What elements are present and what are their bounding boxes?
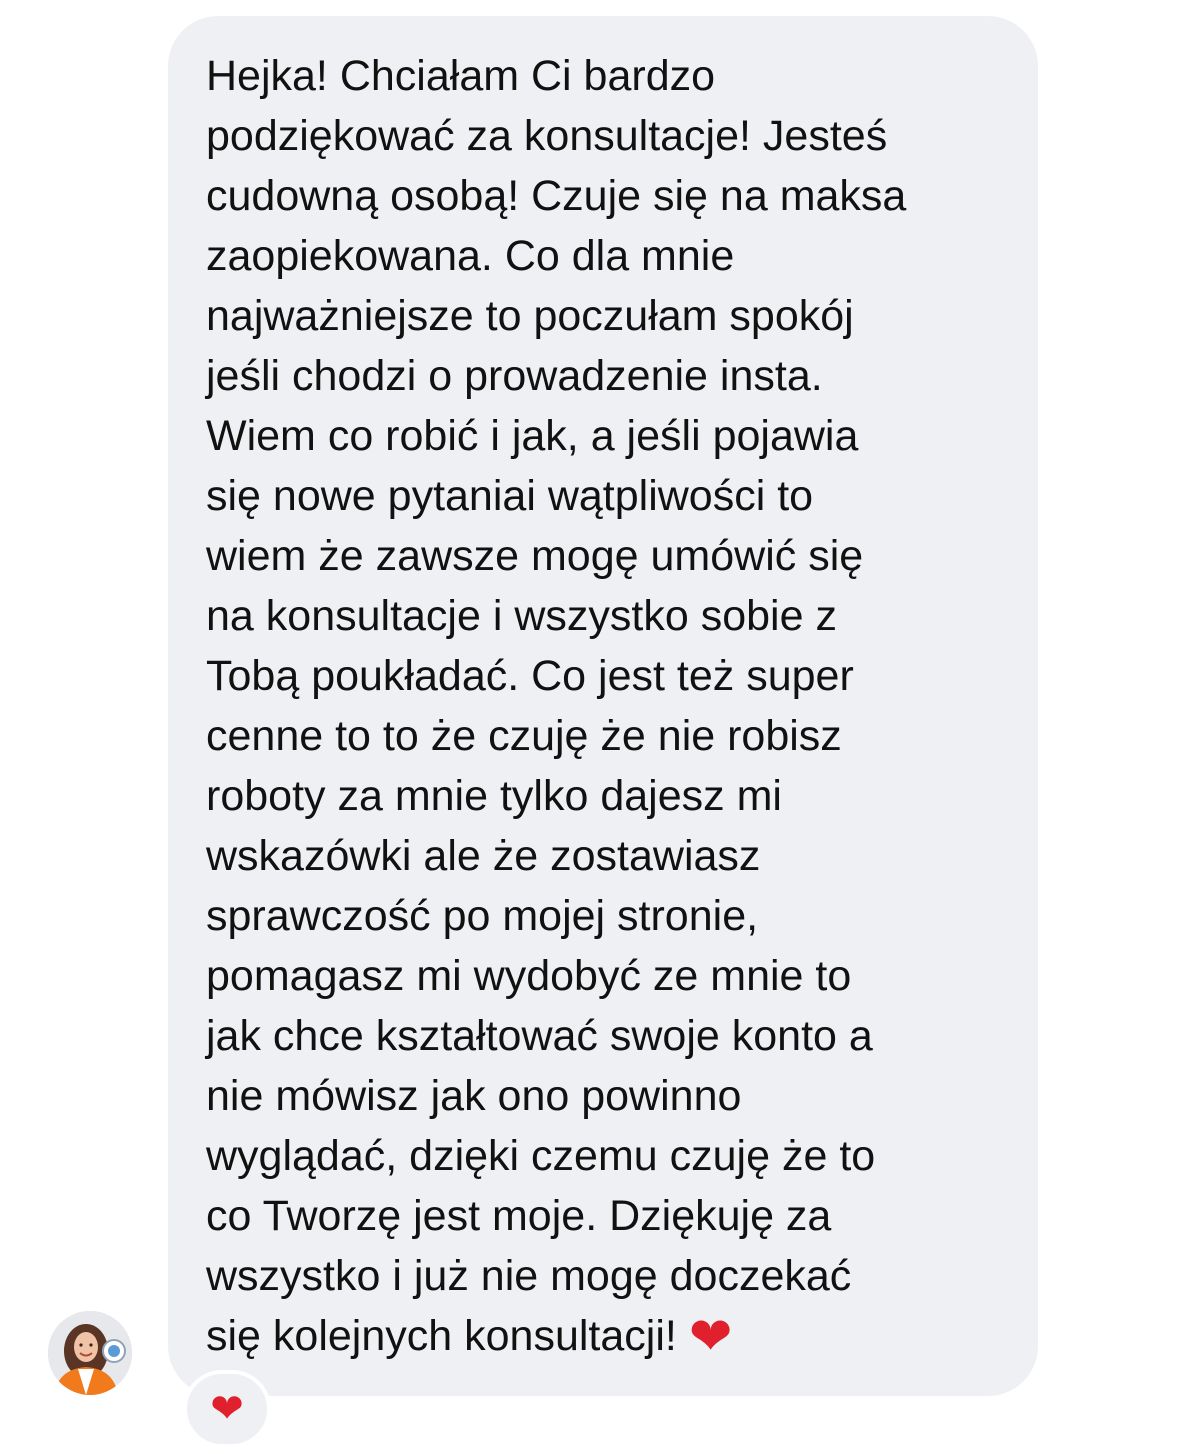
message-line: wyglądać, dzięki czemu czuję że to xyxy=(206,1132,876,1180)
profile-photo-icon xyxy=(48,1311,132,1395)
message-line: najważniejsze to poczułam spokój xyxy=(206,292,854,340)
message-line: się nowe pytaniai wątpliwości to xyxy=(206,472,814,520)
message-line: się kolejnych konsultacji! xyxy=(206,1312,677,1360)
message-line: cudowną osobą! Czuje się na maksa xyxy=(206,172,907,220)
message-line: Hejka! Chciałam Ci bardzo xyxy=(206,52,716,100)
message-line: roboty za mnie tylko dajesz mi xyxy=(206,772,782,820)
heart-emoji-icon: ❤ xyxy=(688,1307,733,1367)
message-bubble[interactable]: Hejka! Chciałam Ci bardzo podziękować za… xyxy=(168,16,1038,1396)
message-line: wiem że zawsze mogę umówić się xyxy=(206,532,864,580)
message-line: jeśli chodzi o prowadzenie insta. xyxy=(206,352,823,400)
message-line: podziękować za konsultacje! Jesteś xyxy=(206,112,888,160)
avatar[interactable] xyxy=(48,1311,132,1395)
message-line: wszystko i już nie mogę doczekać xyxy=(206,1252,852,1300)
message-line: na konsultacje i wszystko sobie z xyxy=(206,592,837,640)
message-line: zaopiekowana. Co dla mnie xyxy=(206,232,735,280)
message-line: jak chce kształtować swoje konto a xyxy=(206,1012,873,1060)
message-last-line: się kolejnych konsultacji! ❤ xyxy=(206,1306,1026,1367)
message-line: pomagasz mi wydobyć ze mnie to xyxy=(206,952,852,1000)
message-line: Tobą poukładać. Co jest też super xyxy=(206,652,854,700)
message-line: Wiem co robić i jak, a jeśli pojawia xyxy=(206,412,859,460)
reaction-badge[interactable]: ❤ xyxy=(183,1370,271,1448)
message-line: sprawczość po mojej stronie, xyxy=(206,892,759,940)
message-line: nie mówisz jak ono powinno xyxy=(206,1072,742,1120)
message-line: cenne to to że czuję że nie robisz xyxy=(206,712,842,760)
message-line: co Tworzę jest moje. Dziękuję za xyxy=(206,1192,832,1240)
message-text: Hejka! Chciałam Ci bardzo podziękować za… xyxy=(206,46,1026,1367)
heart-reaction-icon: ❤ xyxy=(210,1386,244,1432)
message-line: wskazówki ale że zostawiasz xyxy=(206,832,761,880)
